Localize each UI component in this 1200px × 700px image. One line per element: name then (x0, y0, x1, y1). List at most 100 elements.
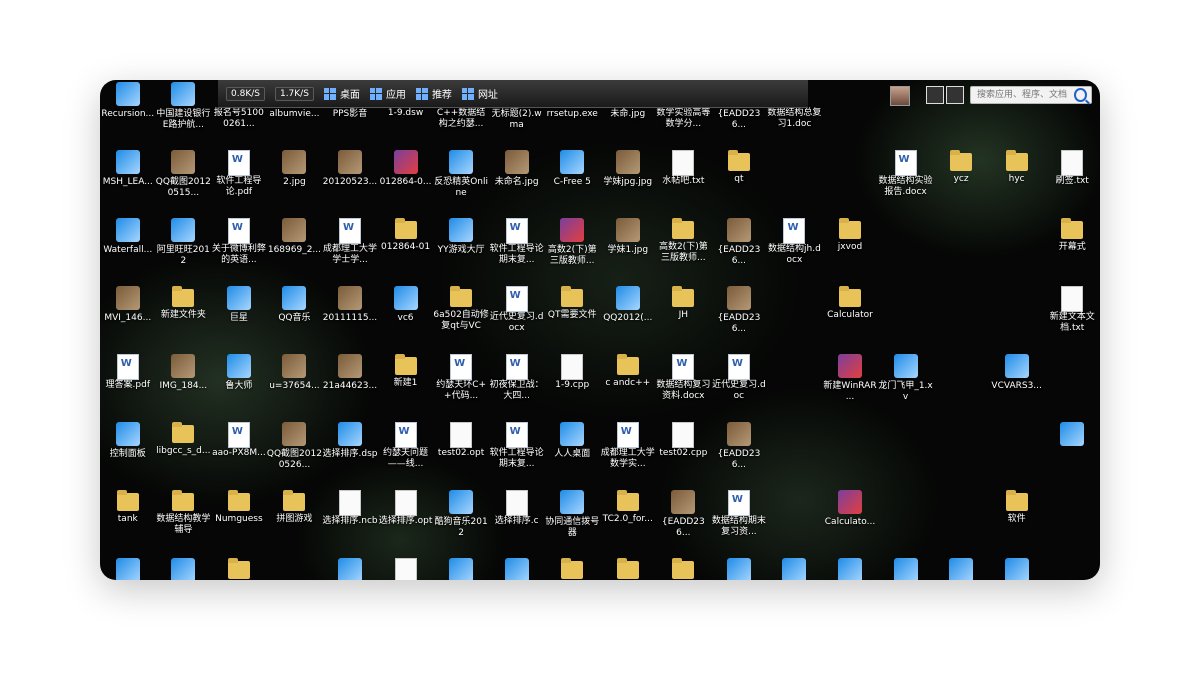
desktop-icon[interactable]: libgcc_s_d... (156, 420, 212, 488)
desktop-icon[interactable]: qt (711, 148, 767, 216)
desktop-icon[interactable] (156, 556, 212, 580)
desktop-icon[interactable]: QT需要文件 (544, 284, 600, 352)
search-icon[interactable] (1074, 88, 1087, 102)
desktop-icon[interactable]: QQ截图20120515... (156, 148, 212, 216)
desktop-icon[interactable]: 2.jpg (267, 148, 323, 216)
menu-apps[interactable]: 应用 (369, 86, 406, 101)
desktop-icon[interactable]: {EADD236... (711, 284, 767, 352)
desktop-icon[interactable]: Recursion... (100, 80, 156, 148)
desktop-icon[interactable] (822, 556, 878, 580)
desktop-icon[interactable]: 168969_2... (267, 216, 323, 284)
desktop-icon[interactable]: 新建文件夹 (156, 284, 212, 352)
desktop-icon[interactable]: Waterfall... (100, 216, 156, 284)
desktop-icon[interactable] (1044, 420, 1100, 488)
desktop-icon[interactable]: test02.cpp (656, 420, 712, 488)
desktop-icon[interactable]: 龙门飞甲_1.xv (878, 352, 934, 420)
desktop-icon[interactable]: c andc++ (600, 352, 656, 420)
search-box[interactable] (970, 86, 1092, 104)
desktop-icon[interactable]: 刷签.txt (1044, 148, 1100, 216)
desktop-icon[interactable]: {EADD236... (656, 488, 712, 556)
desktop-icon[interactable]: 数据结构复习资料.docx (656, 352, 712, 420)
desktop-icon[interactable]: {EADD236... (711, 420, 767, 488)
desktop-icon[interactable]: 约瑟夫环C++代码... (433, 352, 489, 420)
desktop-icon[interactable]: 人人桌面 (544, 420, 600, 488)
desktop-icon[interactable]: 20111115... (322, 284, 378, 352)
desktop-icon[interactable]: 协同通信拨号器 (544, 488, 600, 556)
desktop-icon[interactable]: YY游戏大厅 (433, 216, 489, 284)
desktop-icon[interactable]: 新建1 (378, 352, 434, 420)
desktop-icon[interactable]: 软件工程导论期末复... (489, 420, 545, 488)
desktop-icon[interactable]: 反恐精英Online (433, 148, 489, 216)
desktop-icon[interactable]: 控制面板 (100, 420, 156, 488)
desktop-icon[interactable]: ycz (933, 148, 989, 216)
desktop-icon[interactable]: 近代史复习.doc (711, 352, 767, 420)
window-icon[interactable] (946, 86, 964, 104)
desktop-icon[interactable] (100, 556, 156, 580)
desktop-icon[interactable]: 约瑟夫问题——线... (378, 420, 434, 488)
desktop-icon[interactable]: {EADD236... (711, 216, 767, 284)
desktop-icon[interactable]: IMG_184... (156, 352, 212, 420)
desktop-icon[interactable]: QQ音乐 (267, 284, 323, 352)
desktop-icon[interactable]: 高数2(下)第三版教师... (656, 216, 712, 284)
desktop-icon[interactable]: 学妹jpg.jpg (600, 148, 656, 216)
desktop-icon[interactable]: 012864-01 (378, 216, 434, 284)
menu-desktop[interactable]: 桌面 (323, 86, 360, 101)
desktop-icon[interactable]: tank (100, 488, 156, 556)
desktop-icon[interactable]: 20120523... (322, 148, 378, 216)
desktop-icon[interactable]: 成都理工大学数学实... (600, 420, 656, 488)
desktop-icon[interactable] (600, 556, 656, 580)
desktop-icon[interactable]: 1-9.cpp (544, 352, 600, 420)
desktop-icon[interactable]: 数据结构教学辅导 (156, 488, 212, 556)
desktop-icon[interactable]: 鲁大师 (211, 352, 267, 420)
desktop-icon[interactable]: 近代史复习.docx (489, 284, 545, 352)
desktop-icon[interactable]: TC2.0_for... (600, 488, 656, 556)
desktop-icon[interactable]: 关于微博利弊的英语... (211, 216, 267, 284)
desktop-icon[interactable]: Numguess (211, 488, 267, 556)
desktop-icon[interactable]: 高数2(下)第三版教师... (544, 216, 600, 284)
desktop-icon[interactable]: 开幕式 (1044, 216, 1100, 284)
desktop-icon[interactable]: 酷狗音乐2012 (433, 488, 489, 556)
desktop-icon[interactable]: MVI_146... (100, 284, 156, 352)
desktop-icon[interactable]: MSH_LEA... (100, 148, 156, 216)
desktop-icon[interactable]: Calculator (822, 284, 878, 352)
desktop-icon[interactable]: 成都理工大学学士学... (322, 216, 378, 284)
desktop-icon[interactable]: 数据结构实验报告.docx (878, 148, 934, 216)
desktop-icon[interactable] (878, 556, 934, 580)
desktop-icon[interactable]: aao-PX8M... (211, 420, 267, 488)
desktop-icon[interactable]: u=37654... (267, 352, 323, 420)
desktop-icon[interactable]: 选择排序.c (489, 488, 545, 556)
desktop-icon[interactable] (378, 556, 434, 580)
desktop-icon[interactable] (933, 556, 989, 580)
desktop-icon[interactable] (211, 556, 267, 580)
desktop-icon[interactable]: 数据结构jh.docx (767, 216, 823, 284)
desktop-icon[interactable]: 软件工程导论期末复... (489, 216, 545, 284)
desktop-icon[interactable]: 选择排序.dsp (322, 420, 378, 488)
desktop-icon[interactable]: 软件 (989, 488, 1045, 556)
desktop-icon[interactable]: hyc (989, 148, 1045, 216)
desktop-icon[interactable]: QQ2012(... (600, 284, 656, 352)
desktop-icon[interactable]: test02.opt (433, 420, 489, 488)
desktop-icon[interactable]: 21a44623... (322, 352, 378, 420)
desktop-icon[interactable]: 学妹1.jpg (600, 216, 656, 284)
desktop-icon[interactable]: 理答案.pdf (100, 352, 156, 420)
desktop-icon[interactable]: 中国建设银行E路护航... (156, 80, 212, 148)
desktop-icon[interactable]: 新建WinRAR ... (822, 352, 878, 420)
desktop-icon[interactable]: QQ截图20120526... (267, 420, 323, 488)
desktop-icon[interactable] (656, 556, 712, 580)
desktop-icon[interactable] (433, 556, 489, 580)
desktop-icon[interactable]: 数据结构期末复习资... (711, 488, 767, 556)
desktop-icon[interactable]: 012864-0... (378, 148, 434, 216)
desktop-icon[interactable]: 选择排序.ncb (322, 488, 378, 556)
desktop-icon[interactable] (489, 556, 545, 580)
desktop-icon[interactable] (544, 556, 600, 580)
desktop-icon[interactable]: 水帖吧.txt (656, 148, 712, 216)
desktop-icon[interactable]: VCVARS3... (989, 352, 1045, 420)
desktop-icon[interactable]: 软件工程导论.pdf (211, 148, 267, 216)
desktop-icon[interactable]: 拼图游戏 (267, 488, 323, 556)
desktop-icon[interactable]: 未命名.jpg (489, 148, 545, 216)
desktop-icon[interactable] (767, 556, 823, 580)
desktop-icon[interactable]: 新建文本文档.txt (1044, 284, 1100, 352)
search-input[interactable] (975, 89, 1075, 101)
desktop-icon[interactable] (322, 556, 378, 580)
desktop-icon[interactable]: jxvod (822, 216, 878, 284)
